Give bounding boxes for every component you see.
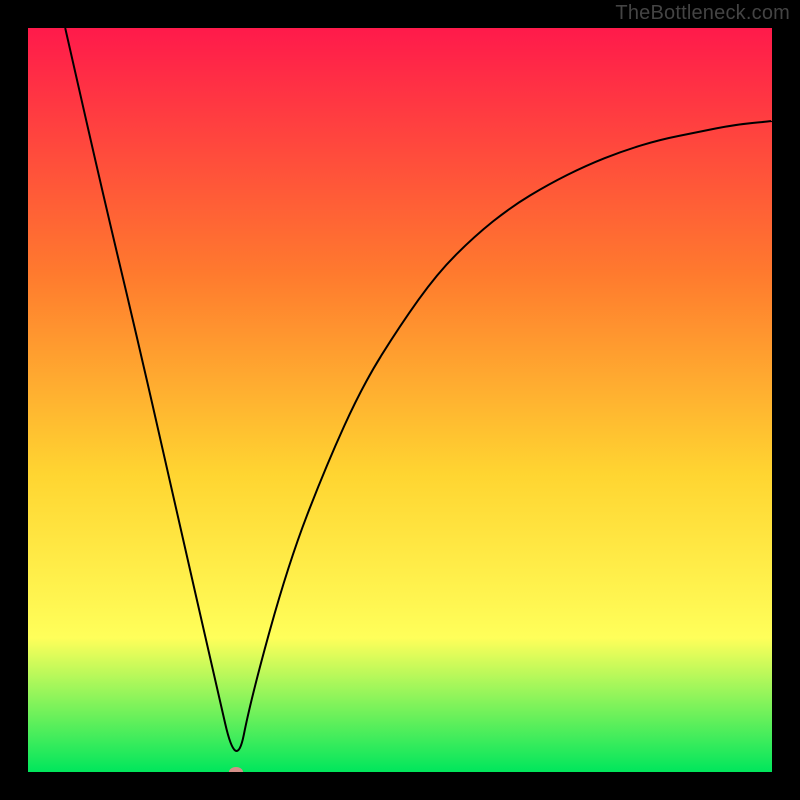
minimum-marker xyxy=(229,767,243,772)
plot-area xyxy=(28,28,772,772)
chart-svg xyxy=(28,28,772,772)
watermark-text: TheBottleneck.com xyxy=(615,2,790,25)
chart-frame: TheBottleneck.com xyxy=(0,0,800,800)
